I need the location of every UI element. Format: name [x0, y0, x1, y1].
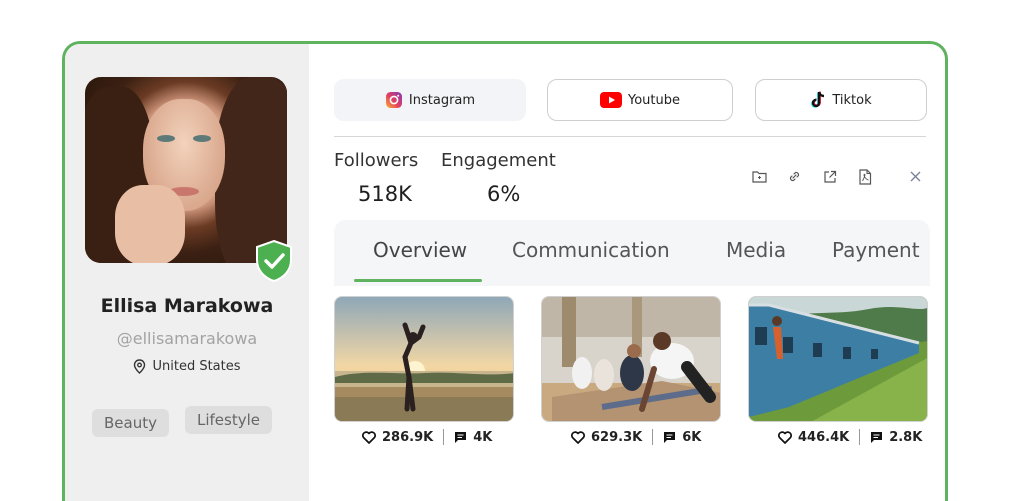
tab-payment[interactable]: Payment: [832, 238, 920, 262]
profile-location: United States: [65, 359, 309, 374]
platform-youtube-button[interactable]: Youtube: [547, 79, 733, 121]
link-icon[interactable]: [786, 168, 803, 185]
post-thumbnail[interactable]: [541, 296, 721, 422]
profile-main: Instagram Youtube Tiktok Followers 518K …: [309, 44, 945, 501]
heart-icon: [778, 430, 792, 444]
external-link-icon[interactable]: [821, 168, 838, 185]
heart-icon: [362, 430, 376, 444]
heart-icon: [571, 430, 585, 444]
profile-sidebar: Ellisa Marakowa @ellisamarakowa United S…: [65, 44, 309, 501]
likes-count: 446.4K: [798, 429, 850, 445]
close-icon[interactable]: [907, 168, 924, 185]
profile-name: Ellisa Marakowa: [100, 295, 274, 317]
location-pin-icon: [134, 359, 146, 374]
instagram-icon: [385, 92, 402, 108]
post-thumbnail[interactable]: [334, 296, 514, 422]
post-stats: 446.4K 2.8K: [778, 429, 922, 445]
post-thumbnail[interactable]: [748, 296, 928, 422]
likes-count: 286.9K: [382, 429, 434, 445]
followers-value: 518K: [358, 182, 412, 206]
youtube-icon: [600, 92, 622, 108]
tab-media[interactable]: Media: [726, 238, 786, 262]
tab-communication[interactable]: Communication: [512, 238, 670, 262]
section-divider: [334, 136, 926, 137]
comment-icon: [870, 431, 883, 444]
engagement-value: 6%: [487, 182, 521, 206]
profile-photo: [85, 77, 287, 263]
profile-card: Ellisa Marakowa @ellisamarakowa United S…: [62, 41, 948, 501]
platform-label: Youtube: [628, 92, 680, 108]
platform-tiktok-button[interactable]: Tiktok: [755, 79, 927, 121]
platform-label: Instagram: [408, 92, 476, 108]
tab-bar: Overview Communication Media Payment: [334, 220, 930, 286]
platform-instagram-button[interactable]: Instagram: [334, 79, 526, 121]
comment-icon: [454, 431, 467, 444]
profile-handle: @ellisamarakowa: [116, 329, 258, 348]
comments-count: 2.8K: [889, 429, 923, 445]
tag-lifestyle[interactable]: Lifestyle: [185, 406, 273, 434]
post-stats: 286.9K 4K: [362, 429, 492, 445]
comments-count: 4K: [473, 429, 493, 445]
platform-label: Tiktok: [832, 92, 872, 108]
engagement-label: Engagement: [441, 150, 556, 171]
folder-icon[interactable]: [751, 168, 768, 185]
active-tab-indicator: [354, 279, 482, 282]
post-stats: 629.3K 6K: [571, 429, 701, 445]
verified-shield-icon: [256, 240, 292, 282]
location-text: United States: [152, 359, 241, 374]
action-toolbar: [751, 168, 924, 185]
comments-count: 6K: [682, 429, 702, 445]
followers-label: Followers: [334, 150, 419, 171]
tag-beauty[interactable]: Beauty: [92, 409, 169, 437]
pdf-icon[interactable]: [856, 168, 873, 185]
tab-overview[interactable]: Overview: [373, 238, 467, 262]
likes-count: 629.3K: [591, 429, 643, 445]
tiktok-icon: [811, 91, 825, 108]
comment-icon: [663, 431, 676, 444]
